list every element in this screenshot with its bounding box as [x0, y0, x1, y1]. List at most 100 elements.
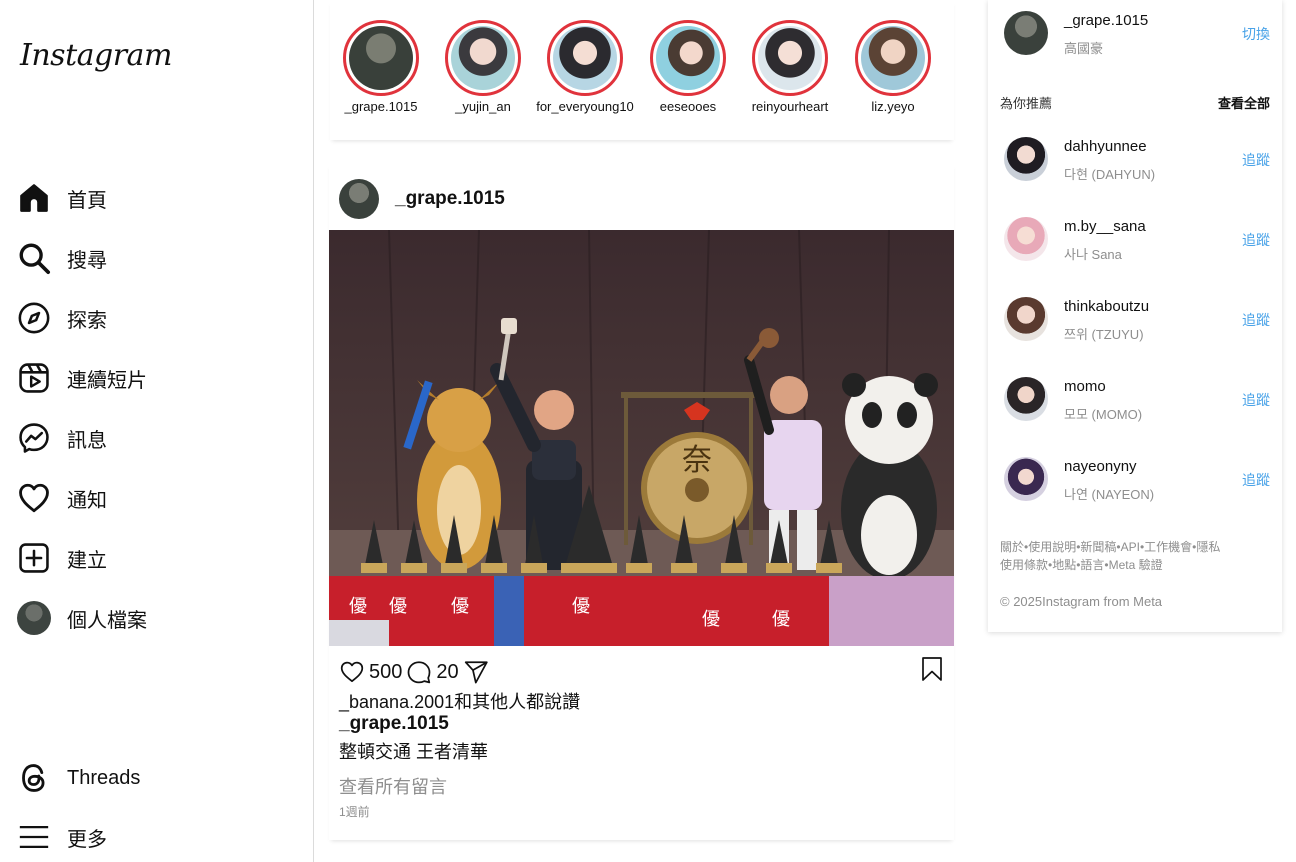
follow-button[interactable]: 追蹤 [1242, 310, 1270, 330]
nav-notifications[interactable]: 通知 [16, 478, 107, 518]
instagram-logo[interactable]: Instagram [20, 38, 172, 73]
like-button[interactable] [339, 659, 365, 685]
story-item[interactable]: liz.yeyo [841, 20, 945, 114]
banner-character: 優 [772, 609, 790, 630]
nav-search-label: 搜尋 [67, 249, 107, 272]
story-username: liz.yeyo [871, 99, 915, 114]
banner-character: 優 [451, 596, 469, 617]
save-button[interactable] [920, 656, 946, 684]
suggestion-subtitle: 사나 Sana [1064, 247, 1122, 262]
suggestion-subtitle: 쯔위 (TZUYU) [1064, 327, 1144, 342]
banner-character: 優 [349, 596, 367, 617]
footer-links-line[interactable]: 使用條款•地點•語言•Meta 驗證 [1000, 556, 1260, 574]
story-ring [855, 20, 931, 96]
suggestion-username[interactable]: nayeonyny [1064, 458, 1137, 475]
story-item[interactable]: _yujin_an [431, 20, 535, 114]
sidebar: Instagram 首頁 搜尋 探索 連續短片 訊息 通知 建立 個人檔案 Th… [0, 0, 314, 862]
nav-search[interactable]: 搜尋 [16, 238, 107, 278]
home-icon [16, 180, 52, 216]
follow-button[interactable]: 追蹤 [1242, 230, 1270, 250]
liked-by-text[interactable]: _banana.2001和其他人都說讚 [339, 688, 580, 714]
post-author-username[interactable]: _grape.1015 [395, 188, 505, 210]
suggestion-username[interactable]: momo [1064, 378, 1106, 395]
comment-count: 20 [436, 660, 459, 683]
reels-icon [16, 360, 52, 396]
suggestion-avatar[interactable] [1004, 297, 1048, 341]
see-all-link[interactable]: 查看全部 [1218, 93, 1270, 112]
search-icon [16, 240, 52, 276]
view-all-comments-link[interactable]: 查看所有留言 [339, 773, 447, 799]
story-avatar [349, 26, 413, 90]
nav-reels-label: 連續短片 [67, 369, 147, 392]
follow-button[interactable]: 追蹤 [1242, 390, 1270, 410]
share-button[interactable] [463, 659, 489, 685]
story-avatar [861, 26, 925, 90]
story-item[interactable]: _grape.1015 [329, 20, 433, 114]
suggestions-title: 為你推薦 [1000, 96, 1053, 111]
nav-profile-label: 個人檔案 [67, 609, 147, 632]
nav-more[interactable]: 更多 [16, 817, 107, 857]
profile-avatar [16, 600, 52, 636]
nav-messages[interactable]: 訊息 [16, 418, 107, 458]
nav-create-label: 建立 [67, 549, 107, 572]
story-username: eeseooes [659, 99, 717, 114]
current-user-avatar[interactable] [1004, 11, 1048, 55]
switch-account-button[interactable]: 切換 [1242, 24, 1270, 44]
footer-links-line[interactable]: 關於•使用說明•新聞稿•API•工作機會•隱私 [1000, 538, 1260, 556]
story-username: for_everyoung10 [536, 99, 634, 114]
suggestion-avatar[interactable] [1004, 137, 1048, 181]
nav-threads[interactable]: Threads [16, 758, 140, 798]
story-item[interactable]: eeseooes [636, 20, 740, 114]
story-item[interactable]: reinyourheart [738, 20, 842, 114]
nav-reels[interactable]: 連續短片 [16, 358, 147, 398]
comment-button[interactable] [406, 659, 432, 685]
feed-post: _grape.1015 奈 優 優 優 優 優 優 500 20 _banana… [329, 163, 954, 840]
story-username: reinyourheart [751, 99, 829, 114]
heart-icon [16, 480, 52, 516]
nav-profile[interactable]: 個人檔案 [16, 598, 147, 638]
threads-icon [16, 760, 52, 796]
current-user-username[interactable]: _grape.1015 [1064, 12, 1148, 29]
caption-text: 整頓交通 王者清華 [339, 742, 489, 762]
nav-create[interactable]: 建立 [16, 538, 107, 578]
nav-explore-label: 探索 [67, 309, 107, 332]
follow-button[interactable]: 追蹤 [1242, 470, 1270, 490]
suggestion-subtitle: 다현 (DAHYUN) [1064, 167, 1156, 182]
suggestion-username[interactable]: m.by__sana [1064, 218, 1146, 235]
story-ring [343, 20, 419, 96]
compass-icon [16, 300, 52, 336]
suggestion-subtitle: 모모 (MOMO) [1064, 407, 1143, 422]
story-username: _grape.1015 [344, 99, 418, 114]
nav-more-label: 更多 [67, 828, 107, 851]
story-username: _yujin_an [455, 99, 511, 114]
post-image[interactable]: 奈 優 優 優 優 優 優 [329, 230, 954, 646]
nav-threads-label: Threads [67, 766, 141, 789]
nav-messages-label: 訊息 [67, 429, 107, 452]
heart-icon [340, 661, 364, 683]
nav-home[interactable]: 首頁 [16, 178, 107, 218]
post-timestamp: 1週前 [339, 805, 370, 819]
caption-username[interactable]: _grape.1015 [339, 713, 449, 735]
suggestion-avatar[interactable] [1004, 457, 1048, 501]
suggestion-avatar[interactable] [1004, 217, 1048, 261]
story-avatar [656, 26, 720, 90]
follow-button[interactable]: 追蹤 [1242, 150, 1270, 170]
current-user-name: 高國豪 [1064, 41, 1104, 56]
share-icon [464, 661, 488, 684]
bookmark-icon [922, 657, 942, 681]
story-avatar [758, 26, 822, 90]
footer-links: 關於•使用說明•新聞稿•API•工作機會•隱私 使用條款•地點•語言•Meta … [1000, 538, 1260, 574]
right-panel: _grape.1015 高國豪 切換 為你推薦 查看全部 dahhyunnee … [988, 0, 1282, 632]
post-author-avatar[interactable] [339, 179, 379, 219]
stories-bar: _grape.1015 _yujin_an for_everyoung10 ee… [330, 0, 954, 140]
story-item[interactable]: for_everyoung10 [533, 20, 637, 114]
story-avatar [553, 26, 617, 90]
like-count: 500 [369, 660, 403, 683]
suggestion-username[interactable]: dahhyunnee [1064, 138, 1147, 155]
nav-explore[interactable]: 探索 [16, 298, 107, 338]
suggestion-username[interactable]: thinkaboutzu [1064, 298, 1149, 315]
messenger-icon [16, 420, 52, 456]
banner-character: 優 [572, 596, 590, 617]
suggestion-avatar[interactable] [1004, 377, 1048, 421]
copyright: © 2025Instagram from Meta [1000, 594, 1163, 609]
